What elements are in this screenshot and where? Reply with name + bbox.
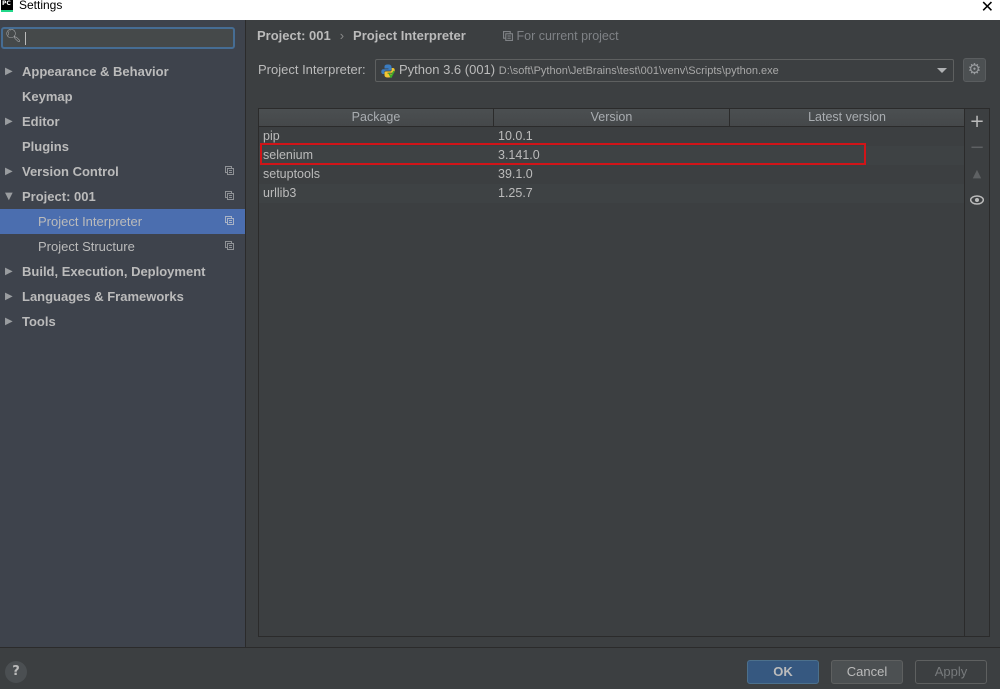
package-name: setuptools bbox=[263, 167, 320, 181]
upgrade-package-button[interactable]: ▲ bbox=[965, 162, 989, 186]
sidebar-item-label: Keymap bbox=[22, 89, 73, 104]
pycharm-app-icon: PC bbox=[1, 0, 13, 12]
interpreter-dropdown[interactable]: Python 3.6 (001) D:\soft\Python\JetBrain… bbox=[375, 59, 954, 82]
table-header: Package Version Latest version bbox=[259, 109, 964, 127]
uninstall-package-button[interactable]: − bbox=[965, 136, 989, 160]
sidebar-item-label: Project: 001 bbox=[22, 189, 96, 204]
breadcrumb-item-current: Project Interpreter bbox=[353, 28, 466, 43]
sidebar-item-label: Project Interpreter bbox=[38, 214, 143, 229]
sidebar-item-editor[interactable]: ▶ Editor bbox=[0, 109, 245, 134]
column-header-latest-version[interactable]: Latest version bbox=[730, 109, 964, 126]
cancel-button[interactable]: Cancel bbox=[831, 660, 903, 684]
packages-table: Package Version Latest version pip 10.0.… bbox=[258, 108, 964, 637]
sidebar-item-plugins[interactable]: Plugins bbox=[0, 134, 245, 159]
package-version: 39.1.0 bbox=[498, 167, 533, 181]
title-bar: PC Settings ✕ bbox=[0, 0, 1000, 20]
sidebar-item-keymap[interactable]: Keymap bbox=[0, 84, 245, 109]
ok-button[interactable]: OK bbox=[747, 660, 819, 684]
sidebar-item-label: Appearance & Behavior bbox=[22, 64, 169, 79]
project-scope-icon bbox=[225, 241, 234, 250]
help-button[interactable]: ? bbox=[5, 661, 27, 683]
sidebar-item-label: Tools bbox=[22, 314, 56, 329]
apply-button[interactable]: Apply bbox=[915, 660, 987, 684]
window-title: Settings bbox=[19, 0, 63, 12]
sidebar-item-build-execution-deployment[interactable]: ▶ Build, Execution, Deployment bbox=[0, 259, 245, 284]
sidebar-item-languages-frameworks[interactable]: ▶ Languages & Frameworks bbox=[0, 284, 245, 309]
sidebar-item-label: Plugins bbox=[22, 139, 69, 154]
sidebar-item-project-interpreter[interactable]: Project Interpreter bbox=[0, 209, 245, 234]
expand-arrow-icon[interactable]: ▶ bbox=[5, 109, 13, 134]
interpreter-path: D:\soft\Python\JetBrains\test\001\venv\S… bbox=[498, 65, 779, 77]
highlight-annotation-box bbox=[260, 143, 866, 165]
close-window-button[interactable]: ✕ bbox=[981, 0, 994, 16]
collapse-arrow-icon[interactable]: ▼ bbox=[5, 184, 13, 209]
sidebar-item-label: Project Structure bbox=[38, 239, 135, 254]
package-version: 1.25.7 bbox=[498, 186, 533, 200]
expand-arrow-icon[interactable]: ▶ bbox=[5, 159, 13, 184]
text-cursor bbox=[25, 32, 26, 45]
sidebar-item-project[interactable]: ▼ Project: 001 bbox=[0, 184, 245, 209]
column-header-package[interactable]: Package bbox=[259, 109, 494, 126]
plus-icon: + bbox=[969, 111, 985, 132]
sidebar-item-tools[interactable]: ▶ Tools bbox=[0, 309, 245, 334]
packages-toolbar: + − ▲ bbox=[964, 108, 990, 637]
sidebar-item-label: Version Control bbox=[22, 164, 119, 179]
package-name: urllib3 bbox=[263, 186, 297, 200]
sidebar-item-project-structure[interactable]: Project Structure bbox=[0, 234, 245, 259]
sidebar-item-version-control[interactable]: ▶ Version Control bbox=[0, 159, 245, 184]
settings-search-input[interactable]: 🔍︎ bbox=[1, 27, 235, 49]
settings-sidebar: 🔍︎ ▶ Appearance & Behavior Keymap ▶ Edit… bbox=[0, 20, 246, 647]
search-icon: 🔍︎ bbox=[5, 29, 22, 44]
footer-divider bbox=[0, 647, 1000, 648]
breadcrumb-separator: › bbox=[339, 28, 345, 43]
table-row[interactable]: urllib3 1.25.7 bbox=[259, 184, 964, 203]
sidebar-item-label: Languages & Frameworks bbox=[22, 289, 184, 304]
interpreter-value: Python 3.6 (001) D:\soft\Python\JetBrain… bbox=[399, 62, 779, 77]
sidebar-item-appearance-behavior[interactable]: ▶ Appearance & Behavior bbox=[0, 59, 245, 84]
expand-arrow-icon[interactable]: ▶ bbox=[5, 59, 13, 84]
scope-note-text: For current project bbox=[516, 29, 619, 43]
sidebar-item-label: Editor bbox=[22, 114, 60, 129]
chevron-down-icon[interactable] bbox=[937, 68, 947, 73]
interpreter-label: Project Interpreter: bbox=[258, 62, 366, 77]
project-scope-icon bbox=[503, 30, 513, 41]
minus-icon: − bbox=[969, 137, 985, 158]
breadcrumb-item[interactable]: Project: 001 bbox=[257, 28, 331, 43]
add-package-button[interactable]: + bbox=[965, 110, 989, 134]
project-scope-icon bbox=[225, 166, 234, 175]
breadcrumb: Project: 001 › Project Interpreter bbox=[257, 28, 466, 43]
gear-icon: ⚙ bbox=[967, 60, 982, 78]
sidebar-item-label: Build, Execution, Deployment bbox=[22, 264, 206, 279]
column-header-version[interactable]: Version bbox=[494, 109, 730, 126]
eye-icon bbox=[969, 195, 985, 205]
python-icon bbox=[381, 64, 395, 78]
show-early-releases-button[interactable] bbox=[965, 188, 989, 212]
interpreter-settings-button[interactable]: ⚙ bbox=[963, 58, 986, 82]
project-scope-icon bbox=[225, 191, 234, 200]
project-scope-icon bbox=[225, 216, 234, 225]
scope-note: For current project bbox=[503, 29, 619, 43]
interpreter-name: Python 3.6 (001) bbox=[399, 62, 496, 77]
triangle-up-icon: ▲ bbox=[972, 167, 982, 180]
expand-arrow-icon[interactable]: ▶ bbox=[5, 259, 13, 284]
expand-arrow-icon[interactable]: ▶ bbox=[5, 309, 13, 334]
table-row[interactable]: setuptools 39.1.0 bbox=[259, 165, 964, 184]
expand-arrow-icon[interactable]: ▶ bbox=[5, 284, 13, 309]
